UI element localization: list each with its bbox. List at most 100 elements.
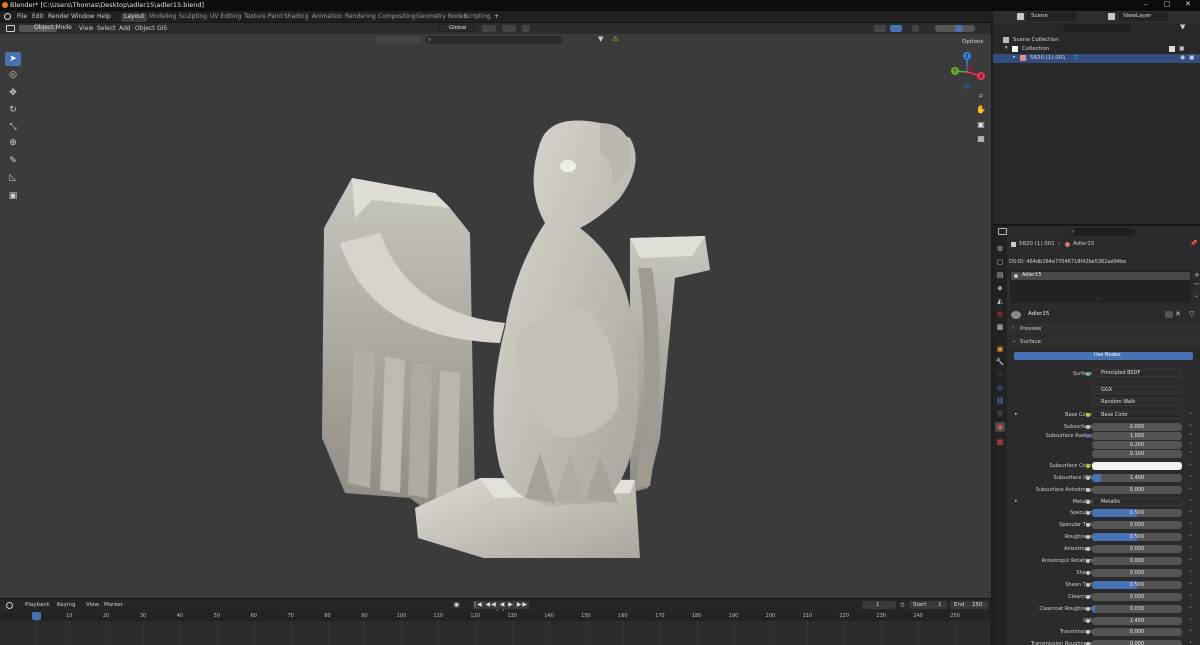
visibility-eye-icon[interactable]: ◉ [1180, 54, 1185, 61]
world-tab-icon[interactable]: ◍ [995, 309, 1005, 319]
duplicate-material-icon[interactable] [1165, 311, 1173, 318]
value-slider[interactable]: 0.500 [1092, 580, 1182, 589]
measure-tool[interactable]: ◺ [5, 171, 21, 185]
playback-controls[interactable]: |◀ ◀◀ ◀ ▶ ▶▶ ▶| [473, 601, 529, 616]
keyframe-dot-icon[interactable]: • [1189, 557, 1192, 563]
value-slider[interactable]: 0.030 [1092, 604, 1182, 613]
gizmo-toggle-icon[interactable] [874, 25, 886, 32]
move-tool[interactable]: ✥ [5, 86, 21, 100]
use-nodes-button[interactable]: Use Nodes [1014, 352, 1193, 360]
value-slider[interactable]: 0.000 [1092, 521, 1182, 530]
modifier-tab-icon[interactable]: 🔧 [995, 357, 1005, 367]
outliner[interactable]: Scene ViewLayer ▼ Scene Collection ▾ Col… [993, 11, 1200, 224]
tab-texture-paint[interactable]: Texture Paint [241, 13, 286, 22]
menu-help[interactable]: Help [97, 13, 111, 20]
menu-marker[interactable]: Marker [104, 602, 123, 608]
value-slider[interactable]: 0.200 [1092, 440, 1182, 449]
keyframe-dot-icon[interactable]: • [1189, 593, 1192, 599]
shading-solid-active-icon[interactable] [955, 25, 963, 32]
preview-range-icon[interactable]: ⏱ [900, 602, 905, 610]
pan-hand-icon[interactable]: ✋ [976, 105, 986, 115]
value-slider[interactable]: 0.000 [1092, 485, 1182, 494]
color-swatch[interactable] [1092, 461, 1182, 470]
transform-tool[interactable]: ⊕ [5, 136, 21, 150]
keyframe-dot-icon[interactable]: • [1189, 462, 1192, 468]
keyframe-dot-icon[interactable]: • [1189, 474, 1192, 480]
maximize-button[interactable]: □ [1164, 0, 1171, 8]
view-layer-field[interactable]: ViewLayer [1119, 12, 1169, 21]
properties-search[interactable] [1069, 228, 1135, 236]
tab-scripting[interactable]: Scripting [461, 13, 494, 22]
menu-window[interactable]: Window [71, 13, 95, 20]
keyframe-dot-icon[interactable]: • [1189, 498, 1192, 504]
output-tab-icon[interactable]: ▤ [995, 270, 1005, 280]
input-socket-icon[interactable] [1086, 559, 1090, 563]
scene-field[interactable]: Scene [1027, 12, 1077, 21]
unlink-material-icon[interactable]: ✕ [1175, 310, 1181, 318]
annotate-tool[interactable]: ✎ [5, 154, 21, 168]
section-surface[interactable]: ⌄ Surface [1008, 337, 1200, 347]
menu-object[interactable]: Object [135, 25, 155, 32]
menu-view-timeline[interactable]: View [86, 602, 99, 608]
value-slider[interactable]: 0.500 [1092, 509, 1182, 518]
keyframe-dot-icon[interactable]: • [1189, 569, 1192, 575]
tab-modeling[interactable]: Modeling [146, 13, 179, 22]
tab-layout[interactable]: Layout [121, 13, 148, 22]
keyframe-dot-icon[interactable]: • [1189, 509, 1192, 515]
expand-link-icon[interactable]: ▸ [1015, 498, 1018, 504]
xray-toggle-icon[interactable] [912, 25, 919, 32]
outliner-search-field[interactable] [1063, 24, 1131, 32]
timeline-editor-icon[interactable] [6, 602, 13, 609]
filter-icon[interactable]: ▼ [1180, 23, 1185, 31]
keyframe-dot-icon[interactable]: • [1189, 432, 1192, 438]
material-browse-icon[interactable] [1011, 311, 1021, 319]
keyframe-dot-icon[interactable]: • [1189, 628, 1192, 634]
frame-ruler[interactable]: 1102030405060708090100110120130140150160… [0, 611, 991, 621]
blender-menu-icon[interactable] [4, 13, 11, 20]
tool-tab-icon[interactable]: ⚙ [995, 244, 1005, 254]
keyframe-dot-icon[interactable]: • [1189, 533, 1192, 539]
proportional-edit-icon[interactable] [522, 25, 530, 32]
input-socket-icon[interactable] [1086, 413, 1090, 417]
tab-animation[interactable]: Animation [309, 13, 346, 22]
view-layer-tab-icon[interactable]: ◈ [995, 283, 1005, 293]
timeline-editor[interactable]: Playback Keying View Marker ● |◀ ◀◀ ◀ ▶ … [0, 598, 991, 645]
constraints-tab-icon[interactable]: ⛓ [995, 396, 1005, 406]
add-cube-tool[interactable]: ▣ [5, 189, 21, 203]
overlays-toggle-icon[interactable] [890, 25, 902, 32]
menu-select[interactable]: Select [97, 25, 116, 32]
filter-icon[interactable]: ▼ [598, 35, 603, 43]
input-socket-icon[interactable] [1086, 475, 1090, 480]
input-socket-icon[interactable] [1086, 582, 1090, 587]
input-socket-icon[interactable] [1086, 618, 1090, 623]
value-slider[interactable]: 0.000 [1092, 545, 1182, 554]
menu-gis[interactable]: GIS [157, 25, 167, 32]
slot-specials-button[interactable]: ⌄ [1194, 292, 1199, 299]
rotate-tool[interactable]: ↻ [5, 103, 21, 117]
current-frame-field[interactable]: 1 [862, 601, 896, 609]
expand-link-icon[interactable]: ▸ [1015, 411, 1018, 417]
surface-shader-dropdown[interactable]: Principled BSDF [1092, 369, 1182, 377]
menu-view[interactable]: View [79, 25, 93, 32]
select-box-tool[interactable]: ➤ [5, 52, 21, 66]
pin-icon[interactable]: 📌 [1190, 240, 1197, 247]
warning-icon[interactable]: ⚠ [612, 35, 618, 43]
tab-sculpting[interactable]: Sculpting [176, 13, 210, 22]
mode-dropdown[interactable]: Object Mode [24, 24, 72, 32]
value-slider[interactable]: 1.450 [1092, 616, 1182, 625]
input-socket-icon[interactable] [1086, 570, 1090, 575]
tab-shading[interactable]: Shading [281, 13, 311, 22]
keyframe-dot-icon[interactable]: • [1189, 545, 1192, 551]
minimize-button[interactable]: – [1144, 0, 1148, 8]
remove-slot-button[interactable]: − [1194, 280, 1200, 288]
properties-editor-icon[interactable] [998, 228, 1007, 235]
add-slot-button[interactable]: + [1194, 271, 1200, 279]
section-preview[interactable]: › Preview [1008, 324, 1200, 334]
menu-file[interactable]: File [17, 13, 27, 20]
record-icon[interactable]: ● [453, 602, 460, 608]
subsurface-method-dropdown[interactable]: Random Walk [1092, 398, 1182, 406]
value-slider[interactable]: 0.000 [1092, 568, 1182, 577]
keyframe-dot-icon[interactable]: • [1189, 605, 1192, 611]
menu-add[interactable]: Add [119, 25, 131, 32]
options-button[interactable]: Options [962, 39, 983, 45]
